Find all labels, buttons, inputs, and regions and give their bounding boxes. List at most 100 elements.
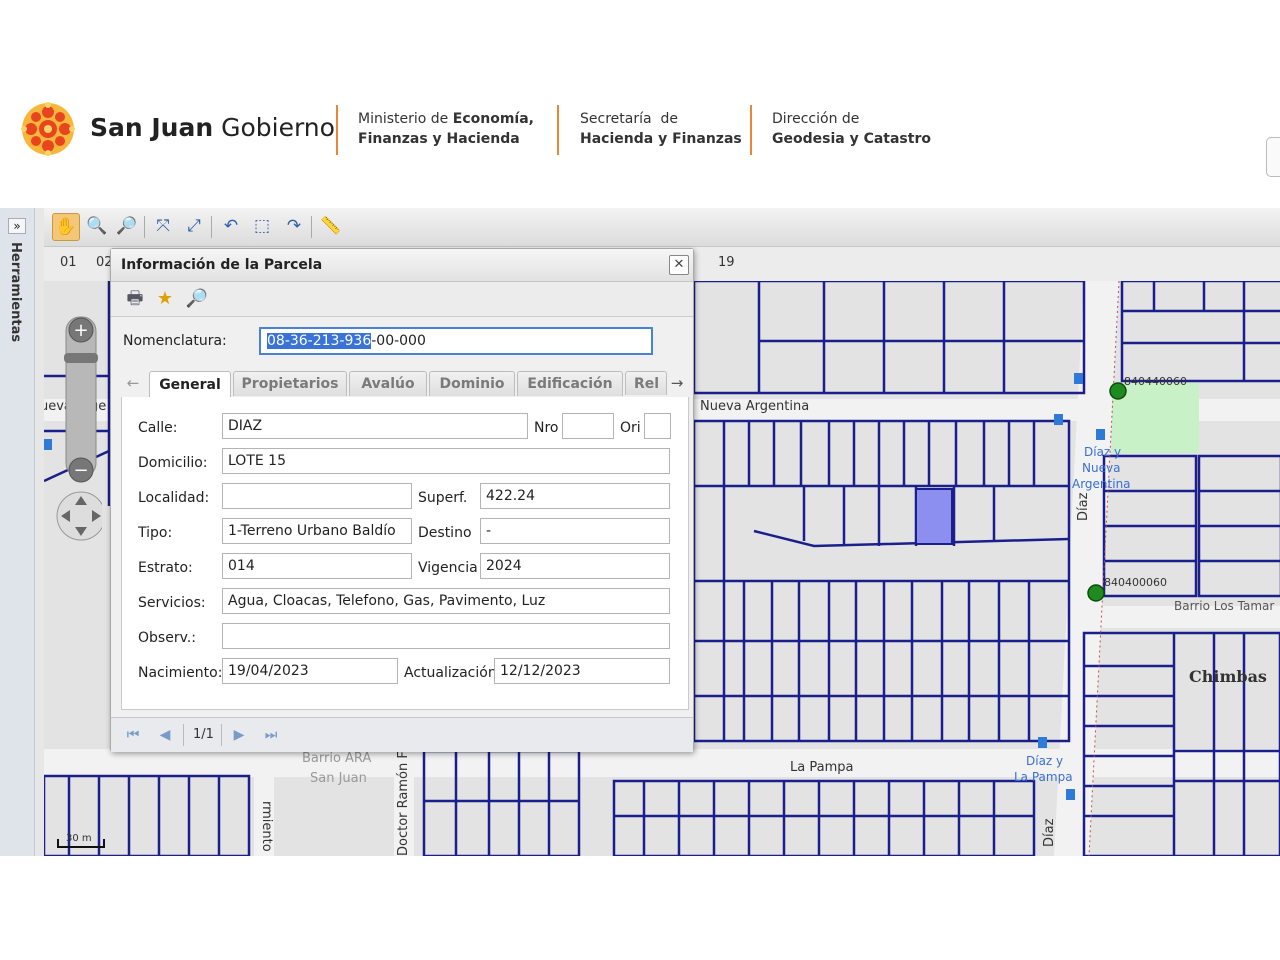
pager-separator xyxy=(221,724,222,746)
zoom-out-icon[interactable]: 🔎 xyxy=(114,213,140,239)
ori-label: Ori xyxy=(620,420,641,436)
destino-field[interactable]: - xyxy=(480,518,670,544)
search-icon[interactable]: 🔎 xyxy=(185,287,209,311)
site-header: San Juan Gobierno Ministerio de Economía… xyxy=(0,95,1280,165)
vigencia-field[interactable]: 2024 xyxy=(480,553,670,579)
superf-label: Superf. xyxy=(418,490,468,506)
localidad-label: Localidad: xyxy=(138,490,210,506)
tab-scroll-right-icon[interactable]: → xyxy=(667,373,687,393)
observ-label: Observ.: xyxy=(138,630,196,646)
undo-view-icon[interactable]: ↶ xyxy=(218,213,244,239)
tipo-label: Tipo: xyxy=(138,525,173,541)
domicilio-label: Domicilio: xyxy=(138,455,208,471)
previous-page-icon[interactable]: ◀ xyxy=(155,725,175,745)
map-toolbar: ✋ 🔍 🔎 ⤧ ⤢ ↶ ⬚ ↷ 📏 xyxy=(44,208,1280,247)
pager-separator xyxy=(183,724,184,746)
header-edge-button[interactable] xyxy=(1266,137,1280,177)
servicios-label: Servicios: xyxy=(138,595,206,611)
domicilio-field[interactable]: LOTE 15 xyxy=(222,448,670,474)
print-icon[interactable]: 🖶 xyxy=(123,287,147,311)
superf-field[interactable]: 422.24 xyxy=(480,483,670,509)
street-label: Díaz xyxy=(1076,492,1091,521)
tab-general[interactable]: General xyxy=(149,371,231,398)
page-indicator: 1/1 xyxy=(193,727,214,742)
dialog-toolbar: 🖶 ★ 🔎 xyxy=(111,282,693,317)
toolbar-separator xyxy=(211,216,212,238)
general-panel: Calle: DIAZ Nro Ori Domicilio: LOTE 15 L… xyxy=(121,397,689,710)
star-icon[interactable]: ★ xyxy=(153,287,177,311)
tab-avaluo[interactable]: Avalúo xyxy=(349,371,427,396)
scale-bar-label: 30 m xyxy=(66,833,92,844)
zoom-full-icon[interactable]: ⤢ xyxy=(181,213,207,239)
ministry-label: Ministerio de Economía, Finanzas y Hacien… xyxy=(358,111,534,147)
street-label: La Pampa xyxy=(790,760,854,775)
actualizacion-label: Actualización xyxy=(404,665,497,681)
street-label: San Juan xyxy=(310,771,367,786)
tab-edificacion[interactable]: Edificación xyxy=(517,371,623,396)
svg-text:+: + xyxy=(73,320,88,341)
tab-rel[interactable]: Rel xyxy=(625,371,667,395)
nomenclatura-input[interactable]: 08-36-213-936-00-000 xyxy=(259,327,653,355)
tab-scroll-left-icon[interactable]: ← xyxy=(123,373,143,393)
observ-field[interactable] xyxy=(222,623,670,649)
header-divider xyxy=(557,105,559,155)
zoom-in-button[interactable] xyxy=(56,293,82,319)
tools-sidebar-label: Herramientas xyxy=(8,242,23,343)
scale-label[interactable]: 19 xyxy=(718,255,735,270)
dialog-tabs: ← General Propietarios Avalúo Dominio Ed… xyxy=(121,369,687,398)
brand-name: San Juan Gobierno xyxy=(90,113,335,142)
bus-stop-label: Nueva xyxy=(1082,461,1121,475)
dialog-titlebar[interactable]: Información de la Parcela ✕ xyxy=(111,249,693,282)
record-pager: ⏮ ◀ 1/1 ▶ ⏭ xyxy=(111,717,693,752)
zoom-extent-icon[interactable]: ⤧ xyxy=(150,213,176,239)
point-label: 840440060 xyxy=(1124,375,1187,388)
street-label: Doctor Ramón F xyxy=(396,751,411,856)
scale-label[interactable]: 01 xyxy=(60,255,77,270)
expand-sidebar-button[interactable]: » xyxy=(8,218,26,234)
nomenclatura-label: Nomenclatura: xyxy=(123,333,227,349)
nacimiento-label: Nacimiento: xyxy=(138,665,223,681)
measure-icon[interactable]: 📏 xyxy=(318,213,344,239)
zoom-box-icon[interactable]: ⬚ xyxy=(249,213,275,239)
localidad-field[interactable] xyxy=(222,483,412,509)
calle-field[interactable]: DIAZ xyxy=(222,413,528,439)
last-page-icon[interactable]: ⏭ xyxy=(261,725,281,745)
dialog-title: Información de la Parcela xyxy=(121,257,323,273)
tab-propietarios[interactable]: Propietarios xyxy=(233,371,347,396)
pan-arrows-icon[interactable] xyxy=(56,490,104,538)
servicios-field[interactable]: Agua, Cloacas, Telefono, Gas, Pavimento,… xyxy=(222,588,670,614)
nacimiento-field[interactable]: 19/04/2023 xyxy=(222,658,398,684)
calle-label: Calle: xyxy=(138,420,178,436)
street-label: Barrio ARA xyxy=(302,751,372,766)
street-label: Díaz xyxy=(1042,818,1057,847)
next-page-icon[interactable]: ▶ xyxy=(229,725,249,745)
nro-field[interactable] xyxy=(562,413,614,439)
tipo-field[interactable]: 1-Terreno Urbano Baldío xyxy=(222,518,412,544)
zoom-in-icon[interactable]: 🔍 xyxy=(84,213,110,239)
bus-stop-label: Argentina xyxy=(1072,477,1131,491)
tab-dominio[interactable]: Dominio xyxy=(429,371,515,396)
san-juan-logo xyxy=(21,102,75,156)
first-page-icon[interactable]: ⏮ xyxy=(123,725,143,745)
header-divider xyxy=(336,105,338,155)
redo-view-icon[interactable]: ↷ xyxy=(281,213,307,239)
street-label: Barrio Los Tamar xyxy=(1174,599,1275,613)
bus-stop-label: La Pampa xyxy=(1014,770,1073,784)
estrato-field[interactable]: 014 xyxy=(222,553,412,579)
bus-stop-label: Díaz y xyxy=(1084,445,1122,459)
close-icon[interactable]: ✕ xyxy=(669,255,689,275)
toolbar-separator xyxy=(144,216,145,238)
secretaria-label: Secretaría de Hacienda y Finanzas xyxy=(580,111,742,147)
tools-sidebar[interactable]: » Herramientas xyxy=(0,208,35,856)
point-label: 840400060 xyxy=(1104,576,1167,589)
street-label: Nueva Argentina xyxy=(700,399,810,414)
nro-label: Nro xyxy=(534,420,559,436)
actualizacion-field[interactable]: 12/12/2023 xyxy=(494,658,670,684)
vigencia-label: Vigencia xyxy=(418,560,478,576)
pan-hand-icon[interactable]: ✋ xyxy=(52,213,80,241)
zoom-out-button[interactable] xyxy=(56,455,82,481)
ori-field[interactable] xyxy=(644,413,671,439)
toolbar-separator xyxy=(311,216,312,238)
bus-stop-label: Díaz y xyxy=(1026,754,1064,768)
destino-label: Destino xyxy=(418,525,472,541)
